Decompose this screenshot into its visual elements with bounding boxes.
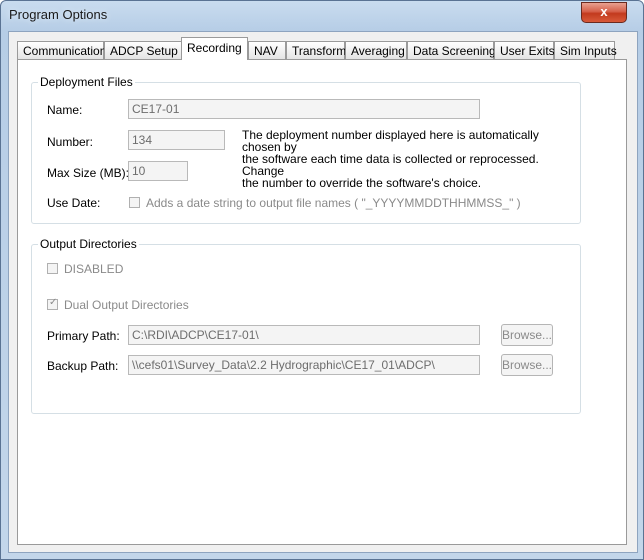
dual-output-label: Dual Output Directories: [64, 298, 189, 312]
backup-path-field[interactable]: \\cefs01\Survey_Data\2.2 Hydrographic\CE…: [128, 355, 480, 375]
name-label: Name:: [47, 103, 83, 117]
output-directories-group: Output Directories DISABLED Dual Output …: [31, 237, 581, 414]
tab-sim-inputs[interactable]: Sim Inputs: [554, 41, 617, 59]
tab-data-screening[interactable]: Data Screening: [407, 41, 496, 59]
primary-path-field[interactable]: C:\RDI\ADCP\CE17-01\: [128, 325, 480, 345]
close-button[interactable]: x: [581, 2, 627, 23]
max-size-label: Max Size (MB):: [47, 166, 130, 180]
tab-nav[interactable]: NAV: [248, 41, 286, 59]
primary-path-label: Primary Path:: [47, 329, 120, 343]
dual-output-checkbox[interactable]: [47, 297, 58, 310]
deployment-files-group: Deployment Files Name: CE17-01 Number: 1…: [31, 75, 581, 224]
close-icon: x: [600, 4, 608, 19]
tab-averaging[interactable]: Averaging: [345, 41, 407, 59]
disabled-label: DISABLED: [64, 262, 124, 276]
output-directories-title: Output Directories: [38, 237, 139, 251]
name-field[interactable]: CE17-01: [128, 99, 480, 119]
use-date-text: Adds a date string to output file names …: [146, 196, 521, 210]
program-options-window: Program Options x Communications ADCP Se…: [0, 0, 644, 560]
number-label: Number:: [47, 135, 94, 149]
dialog-client-area: Communications ADCP Setup Recording NAV …: [8, 31, 638, 553]
title-bar[interactable]: Program Options x: [1, 1, 643, 31]
backup-browse-button[interactable]: Browse...: [501, 354, 553, 376]
tab-recording[interactable]: Recording: [181, 37, 248, 60]
number-field[interactable]: 134: [128, 130, 225, 150]
deployment-number-note: The deployment number displayed here is …: [242, 128, 539, 190]
use-date-checkbox[interactable]: [129, 197, 140, 208]
window-title: Program Options: [9, 7, 108, 22]
max-size-field[interactable]: 10: [128, 161, 188, 181]
deployment-files-title: Deployment Files: [38, 75, 135, 89]
disabled-checkbox[interactable]: [47, 263, 58, 274]
recording-tab-page: Deployment Files Name: CE17-01 Number: 1…: [17, 59, 627, 545]
tab-transform[interactable]: Transform: [286, 41, 346, 59]
tab-user-exits[interactable]: User Exits: [494, 41, 555, 59]
backup-path-label: Backup Path:: [47, 359, 119, 373]
use-date-label: Use Date:: [47, 196, 101, 210]
primary-browse-button[interactable]: Browse...: [501, 324, 553, 346]
tab-communications[interactable]: Communications: [17, 41, 112, 59]
tab-adcp-setup[interactable]: ADCP Setup: [104, 41, 183, 59]
